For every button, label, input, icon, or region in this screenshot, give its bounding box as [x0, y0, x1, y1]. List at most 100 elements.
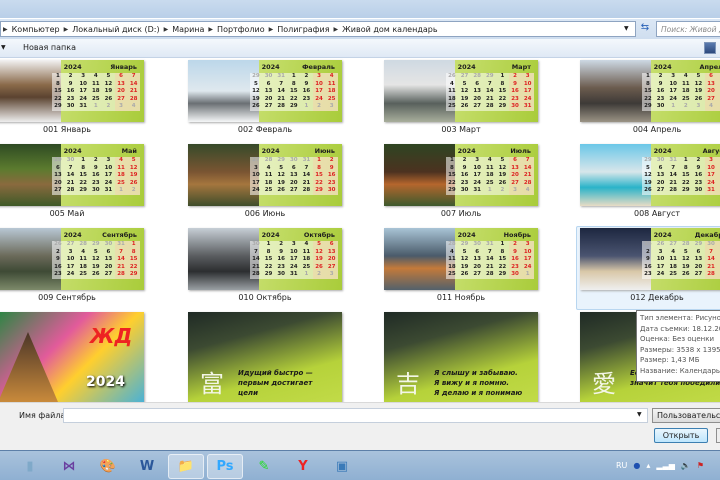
calendar-day: 18 — [448, 95, 456, 102]
calendar-day: 20 — [704, 88, 718, 96]
file-name-label: Имя файла: — [19, 411, 69, 420]
dialog-footer: Имя файла: ▼ Пользовательские файлы Откр… — [0, 402, 720, 450]
calendar-day: 25 — [264, 187, 273, 193]
calendar-day: 28 — [681, 241, 690, 247]
taskbar-app[interactable]: 🎨 — [90, 454, 126, 479]
file-item[interactable]: 2024 Ноябрь 28 29 30 31 1 2 3 4 5 6 7 8 9 10 11 12 13 14 15 1… — [380, 226, 550, 310]
breadcrumb-item[interactable]: Живой дом календарь — [342, 25, 437, 34]
file-item[interactable]: 2024Август293031123456789101112131415161… — [576, 142, 720, 226]
file-name-dropdown-icon[interactable]: ▼ — [637, 411, 642, 418]
calendar-day: 17 — [473, 172, 481, 178]
file-item[interactable]: 2024 Май 29 30 1 2 3 4 5 6 7 8 9 10 11 12 13 14 15 16 17 18 19… — [0, 142, 156, 226]
chevron-right-icon: ▶ — [268, 25, 274, 33]
taskbar-app[interactable]: Y — [285, 454, 321, 479]
quote-line: Идущий быстро — — [238, 369, 313, 377]
calendar-day: 22 — [312, 179, 326, 187]
calendar-day: 27 — [656, 187, 665, 193]
taskbar-app[interactable]: ⋈ — [51, 454, 87, 479]
breadcrumb-item[interactable]: Марина — [172, 25, 204, 34]
file-name: 008 Август — [634, 209, 680, 218]
file-item[interactable]: 2024 Февраль 29 30 31 1 2 3 4 5 6 7 8 9 10 11 12 13 14 15 16… — [184, 58, 354, 142]
search-input[interactable]: Поиск: Живой дом календарь — [656, 21, 720, 37]
calendar-day: 5 — [645, 164, 650, 171]
file-item[interactable]: 2024 Июль 1 2 3 4 5 6 7 8 9 10 11 12 13 14 15 16 17 18 19 20 2… — [380, 142, 550, 226]
calendar-day: 25 — [91, 95, 100, 102]
new-folder-button[interactable]: Новая папка — [23, 43, 76, 52]
breadcrumb-item[interactable]: Портфолио — [217, 25, 265, 34]
calendar-grid: 2024 Июнь 27 28 29 30 31 1 2 3 4 5 6 7 8 9 10 11 12 13 14 15 1… — [249, 147, 338, 202]
volume-icon[interactable]: 🔈 — [681, 461, 691, 470]
refresh-icon[interactable]: ⇆ — [638, 22, 652, 36]
view-options-icon[interactable] — [704, 42, 716, 54]
file-item[interactable]: 2024 Сентябрь 26 27 28 29 30 31 1 2 3 4 5 6 7 8 9 10 11 12 1… — [0, 226, 156, 310]
calendar-day: 9 — [279, 248, 284, 255]
cancel-button[interactable] — [716, 428, 720, 443]
calendar-day: 1 — [291, 73, 296, 79]
calendar-day: 30 — [460, 187, 469, 193]
file-thumbnail: 2024 Сентябрь 26 27 28 29 30 31 1 2 3 4 5 6 7 8 9 10 11 12 1… — [0, 228, 144, 290]
calendar-day: 31 — [669, 157, 677, 163]
address-bar[interactable]: ▶ Компьютер ▶ Локальный диск (D:) ▶ Марина ▶ По… — [0, 21, 636, 37]
calendar-day: 14 — [521, 164, 534, 172]
calendar-day: 2 — [312, 271, 326, 279]
file-item[interactable]: 2024Декабрь25262728293012345678910111213… — [576, 226, 720, 310]
calendar-day: 29 — [448, 187, 456, 193]
file-type-select[interactable]: Пользовательские файлы — [652, 408, 720, 423]
calendar-day: 13 — [289, 172, 298, 178]
calendar-day: 10 — [66, 256, 75, 262]
calendar-day: 25 — [644, 241, 652, 247]
calendar-day: 23 — [325, 179, 338, 187]
calendar-day: 24 — [473, 179, 481, 186]
show-hidden-icons[interactable]: ▴ — [646, 461, 650, 470]
network-icon[interactable]: ▂▃▅ — [656, 461, 674, 470]
breadcrumb-item[interactable]: Локальный диск (D:) — [72, 25, 159, 34]
app-icon: 📁 — [177, 459, 195, 474]
language-indicator[interactable]: RU — [616, 461, 627, 470]
file-item[interactable]: 吉 Я слышу и забываю. Я вижу и я помню. Я де… — [380, 310, 550, 402]
action-center-icon[interactable]: ⚑ — [697, 461, 704, 470]
calendar-day: 24 — [252, 187, 260, 193]
calendar-day: 7 — [304, 164, 309, 171]
calendar-day: 28 — [66, 187, 75, 193]
taskbar-app[interactable]: Ps — [207, 454, 243, 479]
calendar-day: 19 — [91, 263, 100, 270]
tooltip-line: Размеры: 3538 x 1395 — [640, 345, 720, 354]
calendar-day: 1 — [55, 73, 60, 79]
calendar-day: 21 — [127, 88, 140, 96]
taskbar-app[interactable]: ▮ — [12, 454, 48, 479]
breadcrumb-item[interactable]: Полиграфия — [277, 25, 329, 34]
calendar-year: 2024 — [457, 147, 476, 155]
calendar-day: 2 — [683, 103, 688, 109]
file-item[interactable]: 2024 Июнь 27 28 29 30 31 1 2 3 4 5 6 7 8 9 10 11 12 13 14 15 1… — [184, 142, 354, 226]
open-button[interactable]: Открыть — [654, 428, 708, 443]
tooltip-line: Дата съемки: 18.12.2023 — [640, 324, 720, 333]
calendar-day: 27 — [473, 271, 481, 277]
file-item[interactable]: 2024Апрель123456789101112131415161718192… — [576, 58, 720, 142]
file-item[interactable]: 2024 Март 26 27 28 29 1 2 3 4 5 6 7 8 9 10 11 12 13 14 15 16 1… — [380, 58, 550, 142]
file-item[interactable]: 富 Идущий быстро — первым достигает цели — [184, 310, 354, 402]
calendar-year: 2024 — [63, 63, 82, 71]
taskbar-app[interactable]: ▣ — [324, 454, 360, 479]
taskbar-app[interactable]: 📁 — [168, 454, 204, 479]
file-item[interactable]: 2024 Октябрь 30 1 2 3 4 5 6 7 8 9 10 11 12 13 14 15 16 17 18… — [184, 226, 354, 310]
taskbar-app[interactable]: W — [129, 454, 165, 479]
calendar-day: 23 — [302, 95, 311, 102]
calendar-day: 21 — [521, 172, 534, 180]
taskbar-app[interactable]: ✎ — [246, 454, 282, 479]
file-item[interactable]: ЖД 2024 — [0, 310, 156, 402]
calendar-day: 28 — [114, 271, 128, 279]
calendar-grid: 2024Апрель123456789101112131415161718192… — [641, 63, 720, 118]
calendar-day: 21 — [252, 263, 260, 270]
calendar-day: 6 — [266, 80, 271, 87]
calendar-day: 16 — [277, 256, 285, 262]
help-icon[interactable]: ● — [633, 461, 640, 470]
file-thumbnail: 2024 Ноябрь 28 29 30 31 1 2 3 4 5 6 7 8 9 10 11 12 13 14 15 1… — [384, 228, 538, 290]
organize-dropdown-icon[interactable]: ▼ — [1, 44, 6, 51]
file-name-input[interactable] — [63, 408, 648, 423]
calendar-day: 10 — [79, 80, 87, 87]
address-dropdown-icon[interactable]: ▼ — [624, 25, 629, 32]
breadcrumb-item[interactable]: Компьютер — [12, 25, 60, 34]
calendar-day: 14 — [277, 88, 285, 94]
calendar-day: 21 — [277, 95, 285, 102]
file-item[interactable]: 2024 Январь 1 2 3 4 5 6 7 8 9 10 11 12 13 14 15 16 17 18 19 2… — [0, 58, 156, 142]
